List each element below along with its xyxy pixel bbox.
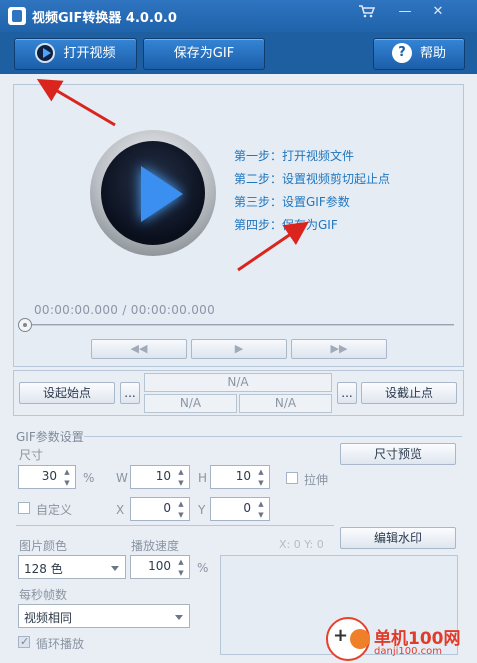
size-unit: % — [83, 471, 95, 485]
size-label: 尺寸 — [19, 448, 44, 462]
help-button[interactable]: ? 帮助 — [373, 38, 465, 70]
loop-label: 循环播放 — [36, 637, 85, 651]
play-button[interactable]: ▶ — [191, 339, 287, 359]
y-value: 0 — [243, 501, 251, 515]
title-bar: 视频GIF转换器 4.0.0.0 — ✕ — [0, 0, 477, 32]
spin-up-icon[interactable]: ▲ — [175, 557, 187, 567]
spin-down-icon[interactable]: ▼ — [61, 478, 73, 488]
spin-down-icon[interactable]: ▼ — [175, 568, 187, 578]
stretch-checkbox[interactable] — [286, 472, 298, 484]
help-label: 帮助 — [419, 46, 446, 61]
spin-up-icon[interactable]: ▲ — [61, 467, 73, 477]
close-button[interactable]: ✕ — [425, 4, 451, 20]
minimize-button[interactable]: — — [392, 4, 418, 20]
step-3: 第三步：设置GIF参数 — [234, 195, 350, 209]
save-gif-button[interactable]: 保存为GIF — [143, 38, 265, 70]
section-divider — [84, 436, 462, 437]
x-value: 0 — [163, 501, 171, 515]
main-panel: 第一步：打开视频文件 第二步：设置视频剪切起止点 第三步：设置GIF参数 第四步… — [0, 74, 477, 663]
x-label: X — [116, 503, 125, 517]
seek-slider[interactable] — [18, 318, 454, 332]
height-spinner[interactable]: 10 ▲ ▼ — [210, 465, 270, 489]
open-video-label: 打开视频 — [63, 46, 116, 61]
x-spinner[interactable]: 0 ▲ ▼ — [130, 497, 190, 521]
gif-settings-title: GIF参数设置 — [16, 430, 84, 444]
y-label: Y — [198, 503, 206, 517]
size-preview-button[interactable]: 尺寸预览 — [340, 443, 456, 465]
settings-divider — [16, 525, 334, 526]
video-preview: 第一步：打开视频文件 第二步：设置视频剪切起止点 第三步：设置GIF参数 第四步… — [13, 84, 464, 367]
toolbar: 打开视频 保存为GIF ? 帮助 — [0, 32, 477, 74]
chevron-down-icon — [111, 566, 119, 571]
size-spinner[interactable]: 30 ▲ ▼ — [18, 465, 76, 489]
speed-unit: % — [197, 561, 209, 575]
colors-label: 图片颜色 — [19, 539, 68, 553]
fps-value: 视频相同 — [24, 611, 73, 625]
loop-checkbox[interactable] — [18, 635, 30, 648]
step-1: 第一步：打开视频文件 — [234, 149, 355, 163]
open-video-button[interactable]: 打开视频 — [14, 38, 137, 70]
height-value: 10 — [235, 469, 251, 483]
custom-label: 自定义 — [36, 503, 73, 517]
h-label: H — [198, 471, 208, 485]
site-logo-icon — [326, 617, 370, 661]
fps-label: 每秒帧数 — [19, 588, 68, 602]
speed-label: 播放速度 — [131, 539, 180, 553]
spin-up-icon[interactable]: ▲ — [255, 467, 267, 477]
step-4: 第四步：保存为GIF — [234, 218, 338, 232]
big-play-icon[interactable] — [90, 130, 216, 256]
next-frame-button[interactable]: ▶▶ — [291, 339, 387, 359]
coords-readout: X: 0 Y: 0 — [279, 538, 324, 551]
trim-panel: 设起始点 ... N/A N/A N/A ... 设截止点 — [13, 370, 464, 416]
duration-value: N/A — [144, 373, 332, 392]
speed-spinner[interactable]: 100 ▲ ▼ — [130, 555, 190, 579]
step-2: 第二步：设置视频剪切起止点 — [234, 172, 391, 186]
edit-watermark-button[interactable]: 编辑水印 — [340, 527, 456, 549]
spin-down-icon[interactable]: ▼ — [255, 478, 267, 488]
spin-down-icon[interactable]: ▼ — [175, 478, 187, 488]
seek-slider-knob[interactable] — [18, 318, 32, 332]
colors-select[interactable]: 128 色 — [18, 555, 126, 579]
end-value: N/A — [239, 394, 332, 413]
spin-up-icon[interactable]: ▲ — [175, 467, 187, 477]
spin-up-icon[interactable]: ▲ — [255, 499, 267, 509]
timecode: 00:00:00.000 / 00:00:00.000 — [34, 303, 215, 317]
steps-list: 第一步：打开视频文件 第二步：设置视频剪切起止点 第三步：设置GIF参数 第四步… — [234, 145, 390, 237]
play-icon — [35, 42, 56, 63]
help-icon: ? — [391, 42, 412, 63]
spin-up-icon[interactable]: ▲ — [175, 499, 187, 509]
app-icon — [8, 7, 26, 25]
window-title: 视频GIF转换器 4.0.0.0 — [32, 11, 177, 26]
start-browse-button[interactable]: ... — [120, 382, 140, 404]
fps-select[interactable]: 视频相同 — [18, 604, 190, 628]
custom-checkbox[interactable] — [18, 502, 30, 514]
spin-down-icon[interactable]: ▼ — [255, 510, 267, 520]
width-spinner[interactable]: 10 ▲ ▼ — [130, 465, 190, 489]
watermark-domain: danji100.com — [374, 646, 442, 657]
cart-icon[interactable] — [354, 4, 380, 20]
end-browse-button[interactable]: ... — [337, 382, 357, 404]
start-value: N/A — [144, 394, 237, 413]
size-value: 30 — [41, 469, 57, 483]
speed-value: 100 — [148, 559, 171, 573]
width-value: 10 — [155, 469, 171, 483]
set-start-button[interactable]: 设起始点 — [19, 382, 115, 404]
spin-down-icon[interactable]: ▼ — [175, 510, 187, 520]
chevron-down-icon — [175, 615, 183, 620]
w-label: W — [116, 471, 128, 485]
colors-value: 128 色 — [24, 562, 63, 576]
save-gif-label: 保存为GIF — [173, 46, 235, 61]
stretch-label: 拉伸 — [304, 473, 329, 487]
set-end-button[interactable]: 设截止点 — [361, 382, 457, 404]
prev-frame-button[interactable]: ◀◀ — [91, 339, 187, 359]
y-spinner[interactable]: 0 ▲ ▼ — [210, 497, 270, 521]
